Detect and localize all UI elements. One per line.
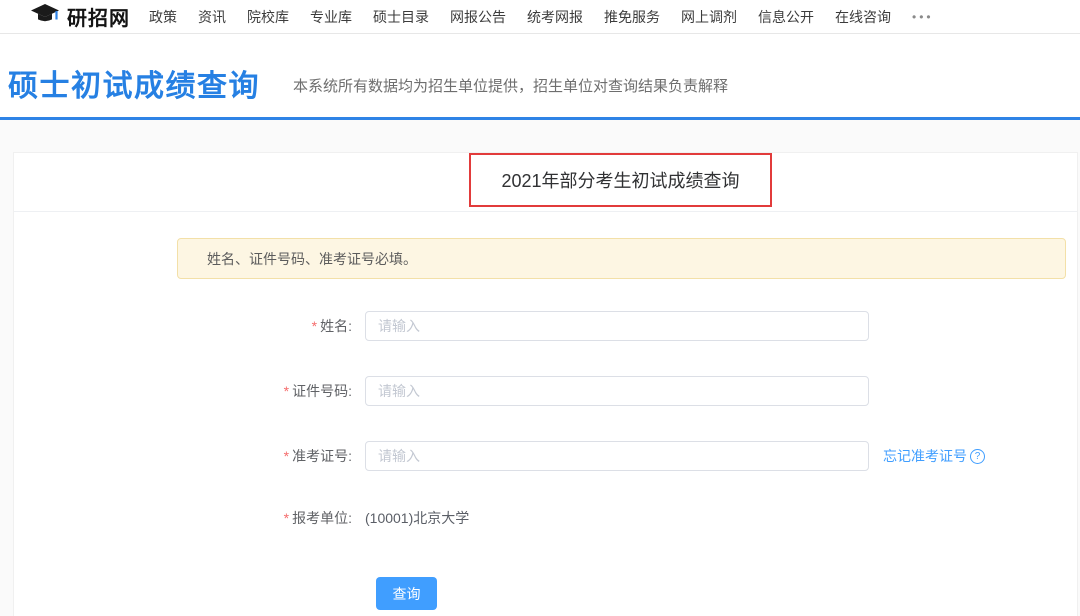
- brand-name: 研招网: [67, 2, 130, 31]
- nav-item-master-catalog[interactable]: 硕士目录: [373, 7, 429, 27]
- nav-item-news[interactable]: 资讯: [198, 7, 226, 27]
- graduation-cap-icon: [30, 3, 60, 30]
- query-button[interactable]: 查询: [376, 577, 437, 610]
- query-panel: 2021年部分考生初试成绩查询 姓名、证件号码、准考证号必填。 *姓名: *证件…: [13, 152, 1078, 616]
- required-marker: *: [284, 448, 289, 464]
- site-logo[interactable]: 研招网: [30, 2, 130, 31]
- nav-menu: 政策 资讯 院校库 专业库 硕士目录 网报公告 统考网报 推免服务 网上调剂 信…: [149, 7, 912, 27]
- form-row-id-number: *证件号码:: [14, 376, 1077, 406]
- id-number-label: *证件号码:: [14, 381, 352, 401]
- nav-item-unified-exam-report[interactable]: 统考网报: [527, 7, 583, 27]
- red-highlight-annotation: 2021年部分考生初试成绩查询: [469, 153, 772, 207]
- admission-ticket-input[interactable]: [365, 441, 869, 471]
- admission-ticket-label: *准考证号:: [14, 446, 352, 466]
- forgot-ticket-link-text: 忘记准考证号: [883, 446, 967, 466]
- page-title: 硕士初试成绩查询: [8, 61, 260, 105]
- target-university-label: *报考单位:: [14, 508, 352, 528]
- form-row-submit: 查询: [14, 577, 1077, 610]
- required-fields-alert: 姓名、证件号码、准考证号必填。: [177, 238, 1066, 279]
- form-row-name: *姓名:: [14, 311, 1077, 341]
- nav-item-online-consult[interactable]: 在线咨询: [835, 7, 891, 27]
- id-number-input[interactable]: [365, 376, 869, 406]
- nav-item-college-library[interactable]: 院校库: [247, 7, 289, 27]
- required-marker: *: [312, 318, 317, 334]
- name-label: *姓名:: [14, 316, 352, 336]
- panel-header: 2021年部分考生初试成绩查询: [14, 153, 1077, 212]
- required-marker: *: [284, 510, 289, 526]
- nav-item-policy[interactable]: 政策: [149, 7, 177, 27]
- nav-item-online-report-notice[interactable]: 网报公告: [450, 7, 506, 27]
- name-input[interactable]: [365, 311, 869, 341]
- nav-item-exempt-service[interactable]: 推免服务: [604, 7, 660, 27]
- nav-item-info-disclosure[interactable]: 信息公开: [758, 7, 814, 27]
- target-university-value: (10001)北京大学: [365, 508, 469, 528]
- required-marker: *: [284, 383, 289, 399]
- nav-item-major-library[interactable]: 专业库: [310, 7, 352, 27]
- top-navbar: 研招网 政策 资讯 院校库 专业库 硕士目录 网报公告 统考网报 推免服务 网上…: [0, 0, 1080, 34]
- form-row-admission-ticket: *准考证号: 忘记准考证号 ?: [14, 441, 1077, 471]
- page-subtitle: 本系统所有数据均为招生单位提供，招生单位对查询结果负责解释: [293, 75, 728, 96]
- page: 研招网 政策 资讯 院校库 专业库 硕士目录 网报公告 统考网报 推免服务 网上…: [0, 0, 1080, 616]
- score-query-form: *姓名: *证件号码: *准考证号:: [14, 311, 1077, 610]
- alert-text: 姓名、证件号码、准考证号必填。: [207, 249, 417, 269]
- forgot-ticket-link[interactable]: 忘记准考证号 ?: [883, 446, 985, 466]
- nav-item-online-adjustment[interactable]: 网上调剂: [681, 7, 737, 27]
- panel-title: 2021年部分考生初试成绩查询: [501, 167, 739, 193]
- form-row-target-university: *报考单位: (10001)北京大学: [14, 508, 1077, 528]
- question-circle-icon: ?: [970, 449, 985, 464]
- nav-more-icon[interactable]: •••: [912, 10, 934, 24]
